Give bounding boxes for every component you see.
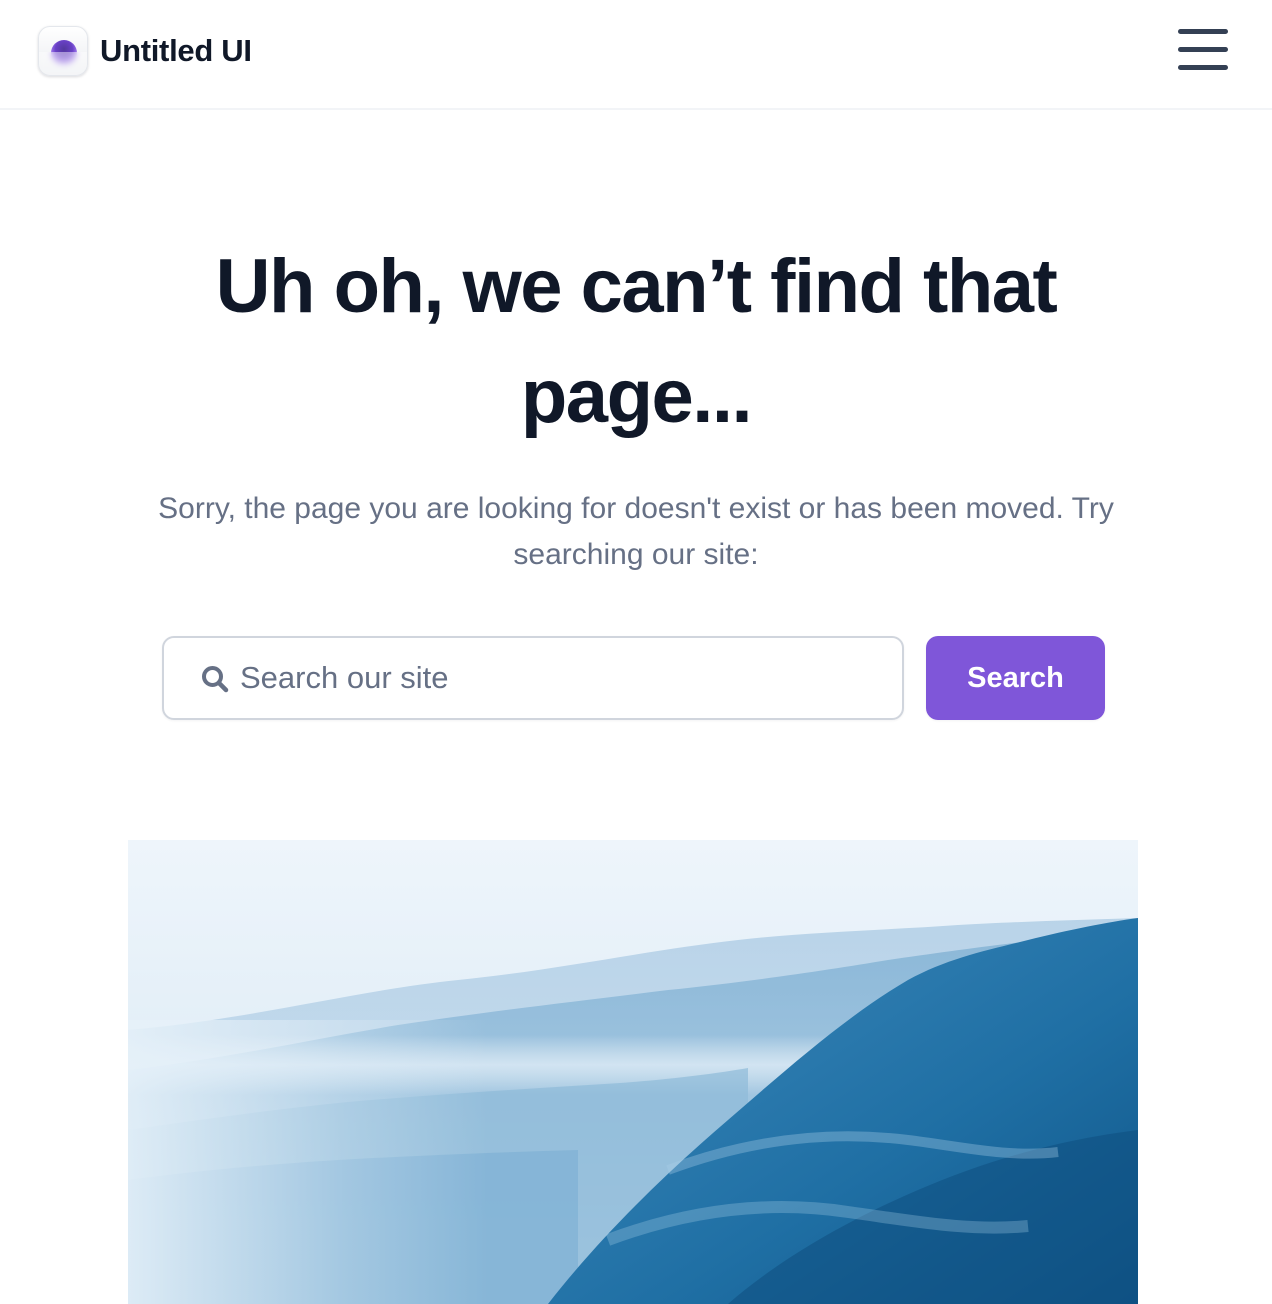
brand-name: Untitled UI xyxy=(100,33,252,68)
page-title: Uh oh, we can’t find that page... xyxy=(215,244,1058,439)
search-field[interactable] xyxy=(162,636,904,720)
search-input[interactable] xyxy=(240,652,880,704)
brand-logo[interactable]: Untitled UI xyxy=(38,26,252,76)
misty-mountains-image xyxy=(128,840,1138,1304)
search-button[interactable]: Search xyxy=(926,636,1105,720)
logo-icon xyxy=(38,26,88,76)
search-icon xyxy=(202,666,229,693)
page-subtitle: Sorry, the page you are looking for does… xyxy=(158,492,1114,571)
site-header: Untitled UI xyxy=(0,0,1272,110)
hamburger-menu-icon[interactable] xyxy=(1170,22,1236,78)
